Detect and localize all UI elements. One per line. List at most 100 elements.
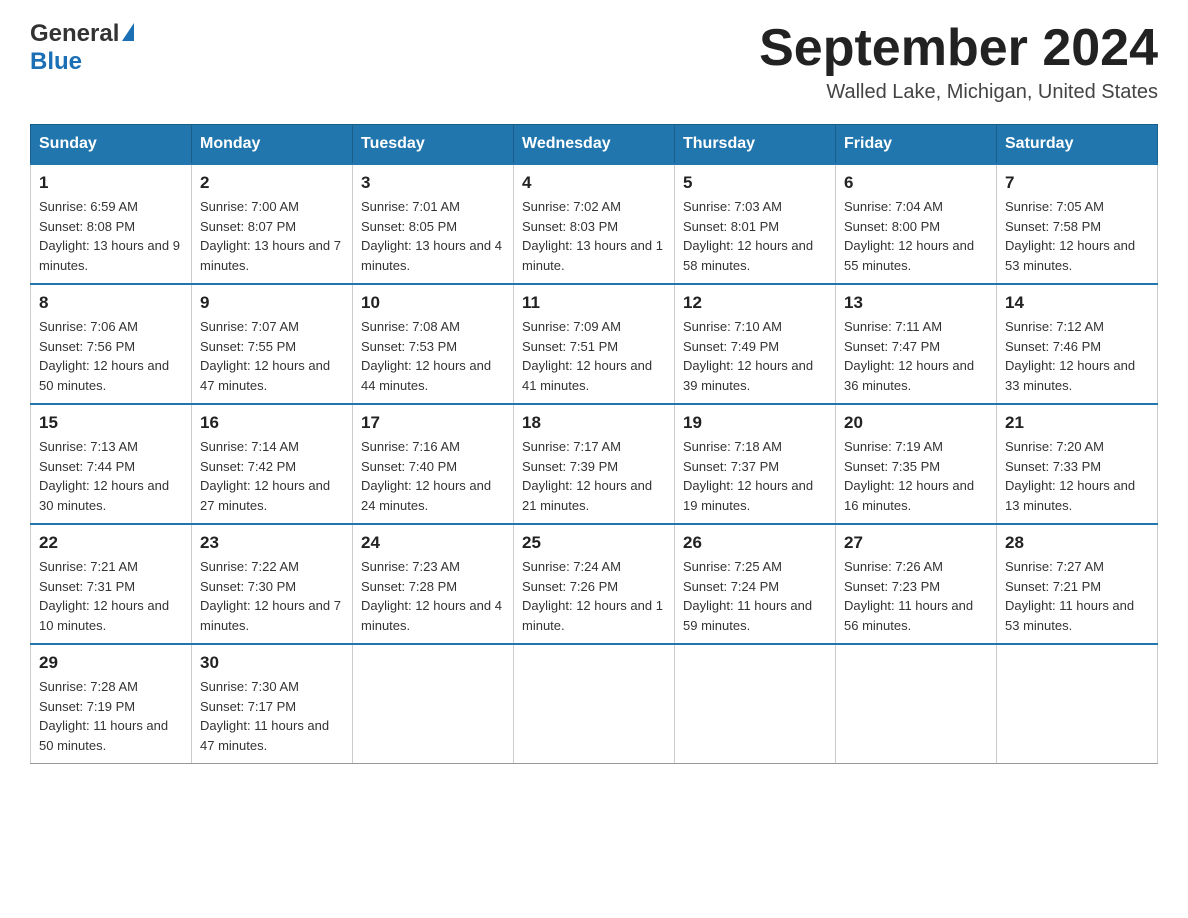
table-cell: 8 Sunrise: 7:06 AMSunset: 7:56 PMDaylight… <box>31 284 192 404</box>
table-cell: 24 Sunrise: 7:23 AMSunset: 7:28 PMDayligh… <box>353 524 514 644</box>
table-cell: 9 Sunrise: 7:07 AMSunset: 7:55 PMDaylight… <box>192 284 353 404</box>
day-number: 4 <box>522 173 666 193</box>
day-number: 13 <box>844 293 988 313</box>
location-subtitle: Walled Lake, Michigan, United States <box>759 81 1158 104</box>
table-cell: 17 Sunrise: 7:16 AMSunset: 7:40 PMDayligh… <box>353 404 514 524</box>
table-cell <box>675 644 836 764</box>
day-info: Sunrise: 7:25 AMSunset: 7:24 PMDaylight:… <box>683 557 827 635</box>
day-number: 24 <box>361 533 505 553</box>
day-number: 30 <box>200 653 344 673</box>
day-info: Sunrise: 7:01 AMSunset: 8:05 PMDaylight:… <box>361 197 505 275</box>
day-info: Sunrise: 7:28 AMSunset: 7:19 PMDaylight:… <box>39 677 183 755</box>
day-info: Sunrise: 7:23 AMSunset: 7:28 PMDaylight:… <box>361 557 505 635</box>
day-info: Sunrise: 7:22 AMSunset: 7:30 PMDaylight:… <box>200 557 344 635</box>
table-cell: 19 Sunrise: 7:18 AMSunset: 7:37 PMDayligh… <box>675 404 836 524</box>
logo-text-general: General <box>30 20 119 48</box>
week-row-3: 15Sunrise: 7:13 AMSunset: 7:44 PMDayligh… <box>31 404 1158 524</box>
week-row-1: 1 Sunrise: 6:59 AMSunset: 8:08 PMDaylight… <box>31 164 1158 284</box>
day-info: Sunrise: 7:10 AMSunset: 7:49 PMDaylight:… <box>683 317 827 395</box>
table-cell: 7 Sunrise: 7:05 AMSunset: 7:58 PMDaylight… <box>997 164 1158 284</box>
day-info: Sunrise: 7:04 AMSunset: 8:00 PMDaylight:… <box>844 197 988 275</box>
day-number: 17 <box>361 413 505 433</box>
table-cell: 10Sunrise: 7:08 AMSunset: 7:53 PMDayligh… <box>353 284 514 404</box>
col-saturday: Saturday <box>997 125 1158 165</box>
table-cell <box>997 644 1158 764</box>
page-header: General Blue September 2024 Walled Lake,… <box>30 20 1158 104</box>
day-number: 19 <box>683 413 827 433</box>
table-cell <box>836 644 997 764</box>
table-cell: 2Sunrise: 7:00 AMSunset: 8:07 PMDaylight… <box>192 164 353 284</box>
week-row-4: 22Sunrise: 7:21 AMSunset: 7:31 PMDayligh… <box>31 524 1158 644</box>
day-number: 5 <box>683 173 827 193</box>
table-cell: 28 Sunrise: 7:27 AMSunset: 7:21 PMDayligh… <box>997 524 1158 644</box>
day-info: Sunrise: 6:59 AMSunset: 8:08 PMDaylight:… <box>39 197 183 275</box>
day-number: 2 <box>200 173 344 193</box>
day-number: 11 <box>522 293 666 313</box>
day-info: Sunrise: 7:18 AMSunset: 7:37 PMDaylight:… <box>683 437 827 515</box>
table-cell: 27 Sunrise: 7:26 AMSunset: 7:23 PMDayligh… <box>836 524 997 644</box>
day-number: 7 <box>1005 173 1149 193</box>
day-info: Sunrise: 7:06 AMSunset: 7:56 PMDaylight:… <box>39 317 183 395</box>
day-info: Sunrise: 7:08 AMSunset: 7:53 PMDaylight:… <box>361 317 505 395</box>
day-number: 8 <box>39 293 183 313</box>
day-number: 3 <box>361 173 505 193</box>
table-cell: 3 Sunrise: 7:01 AMSunset: 8:05 PMDaylight… <box>353 164 514 284</box>
col-friday: Friday <box>836 125 997 165</box>
day-number: 1 <box>39 173 183 193</box>
day-number: 28 <box>1005 533 1149 553</box>
table-cell: 21 Sunrise: 7:20 AMSunset: 7:33 PMDayligh… <box>997 404 1158 524</box>
day-number: 21 <box>1005 413 1149 433</box>
week-row-2: 8 Sunrise: 7:06 AMSunset: 7:56 PMDaylight… <box>31 284 1158 404</box>
col-monday: Monday <box>192 125 353 165</box>
table-cell: 5 Sunrise: 7:03 AMSunset: 8:01 PMDaylight… <box>675 164 836 284</box>
table-cell: 26 Sunrise: 7:25 AMSunset: 7:24 PMDayligh… <box>675 524 836 644</box>
day-number: 9 <box>200 293 344 313</box>
table-cell: 29 Sunrise: 7:28 AMSunset: 7:19 PMDayligh… <box>31 644 192 764</box>
logo-text-blue: Blue <box>30 48 82 76</box>
day-number: 16 <box>200 413 344 433</box>
day-info: Sunrise: 7:05 AMSunset: 7:58 PMDaylight:… <box>1005 197 1149 275</box>
day-info: Sunrise: 7:30 AMSunset: 7:17 PMDaylight:… <box>200 677 344 755</box>
day-number: 29 <box>39 653 183 673</box>
day-number: 6 <box>844 173 988 193</box>
table-cell: 30 Sunrise: 7:30 AMSunset: 7:17 PMDayligh… <box>192 644 353 764</box>
col-thursday: Thursday <box>675 125 836 165</box>
day-info: Sunrise: 7:09 AMSunset: 7:51 PMDaylight:… <box>522 317 666 395</box>
table-cell: 20Sunrise: 7:19 AMSunset: 7:35 PMDayligh… <box>836 404 997 524</box>
day-info: Sunrise: 7:26 AMSunset: 7:23 PMDaylight:… <box>844 557 988 635</box>
table-cell <box>353 644 514 764</box>
day-info: Sunrise: 7:02 AMSunset: 8:03 PMDaylight:… <box>522 197 666 275</box>
day-number: 26 <box>683 533 827 553</box>
table-cell: 13 Sunrise: 7:11 AMSunset: 7:47 PMDayligh… <box>836 284 997 404</box>
table-cell: 12Sunrise: 7:10 AMSunset: 7:49 PMDayligh… <box>675 284 836 404</box>
logo: General Blue <box>30 20 134 76</box>
day-info: Sunrise: 7:12 AMSunset: 7:46 PMDaylight:… <box>1005 317 1149 395</box>
calendar-header-row: Sunday Monday Tuesday Wednesday Thursday… <box>31 125 1158 165</box>
day-number: 20 <box>844 413 988 433</box>
day-info: Sunrise: 7:27 AMSunset: 7:21 PMDaylight:… <box>1005 557 1149 635</box>
table-cell: 18 Sunrise: 7:17 AMSunset: 7:39 PMDayligh… <box>514 404 675 524</box>
day-info: Sunrise: 7:21 AMSunset: 7:31 PMDaylight:… <box>39 557 183 635</box>
day-number: 27 <box>844 533 988 553</box>
page-title: September 2024 <box>759 20 1158 77</box>
day-info: Sunrise: 7:07 AMSunset: 7:55 PMDaylight:… <box>200 317 344 395</box>
table-cell: 25Sunrise: 7:24 AMSunset: 7:26 PMDayligh… <box>514 524 675 644</box>
table-cell: 15Sunrise: 7:13 AMSunset: 7:44 PMDayligh… <box>31 404 192 524</box>
table-cell: 1 Sunrise: 6:59 AMSunset: 8:08 PMDaylight… <box>31 164 192 284</box>
day-info: Sunrise: 7:17 AMSunset: 7:39 PMDaylight:… <box>522 437 666 515</box>
day-info: Sunrise: 7:03 AMSunset: 8:01 PMDaylight:… <box>683 197 827 275</box>
day-info: Sunrise: 7:16 AMSunset: 7:40 PMDaylight:… <box>361 437 505 515</box>
day-info: Sunrise: 7:14 AMSunset: 7:42 PMDaylight:… <box>200 437 344 515</box>
day-info: Sunrise: 7:11 AMSunset: 7:47 PMDaylight:… <box>844 317 988 395</box>
week-row-5: 29 Sunrise: 7:28 AMSunset: 7:19 PMDayligh… <box>31 644 1158 764</box>
day-number: 14 <box>1005 293 1149 313</box>
title-block: September 2024 Walled Lake, Michigan, Un… <box>759 20 1158 104</box>
calendar-table: Sunday Monday Tuesday Wednesday Thursday… <box>30 124 1158 764</box>
table-cell: 11 Sunrise: 7:09 AMSunset: 7:51 PMDayligh… <box>514 284 675 404</box>
table-cell: 6 Sunrise: 7:04 AMSunset: 8:00 PMDaylight… <box>836 164 997 284</box>
day-number: 25 <box>522 533 666 553</box>
col-sunday: Sunday <box>31 125 192 165</box>
table-cell <box>514 644 675 764</box>
day-number: 18 <box>522 413 666 433</box>
day-info: Sunrise: 7:20 AMSunset: 7:33 PMDaylight:… <box>1005 437 1149 515</box>
